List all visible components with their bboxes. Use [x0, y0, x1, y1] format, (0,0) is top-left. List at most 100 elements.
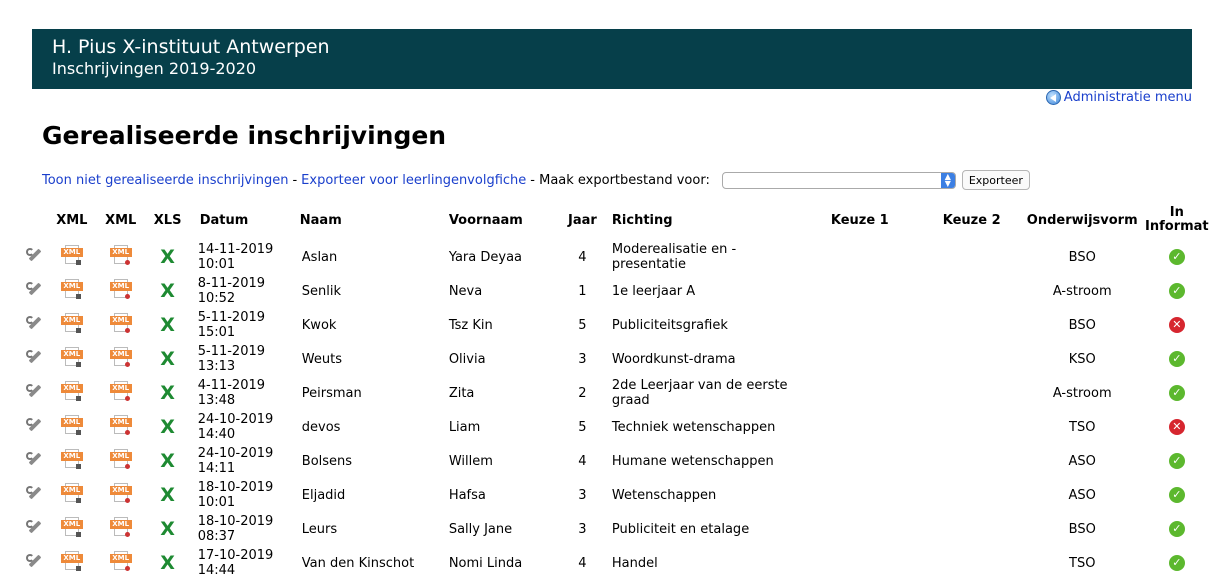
xml-file-icon[interactable]: XML	[60, 415, 83, 435]
edit-cell[interactable]	[20, 342, 49, 376]
xml-file-icon[interactable]: XML	[60, 551, 83, 571]
xml-download-cell[interactable]: XML	[49, 444, 95, 478]
separator: -	[292, 172, 298, 188]
excel-icon[interactable]: X	[160, 280, 175, 302]
informat-cell: ✕	[1138, 410, 1216, 444]
richting-cell: 2de Leerjaar van de eerste graad	[611, 378, 788, 408]
xml-download-cell[interactable]: XML	[49, 240, 95, 274]
xml-download-cell[interactable]: XML	[49, 274, 95, 308]
wrench-icon[interactable]	[25, 450, 43, 468]
xls-cell[interactable]: X	[146, 376, 188, 410]
xml-file-icon[interactable]: XML	[109, 279, 132, 299]
excel-icon[interactable]: X	[160, 552, 175, 574]
xls-cell[interactable]: X	[146, 444, 188, 478]
xml-export-cell[interactable]: XML	[95, 240, 147, 274]
xml-download-cell[interactable]: XML	[49, 546, 95, 580]
edit-cell[interactable]	[20, 240, 49, 274]
xml-file-icon[interactable]: XML	[109, 245, 132, 265]
xml-file-icon[interactable]: XML	[109, 415, 132, 435]
xml-file-icon[interactable]: XML	[109, 313, 132, 333]
xml-file-icon[interactable]: XML	[60, 517, 83, 537]
table-header-row: XML XML XLS Datum Naam Voornaam Jaar Ric…	[20, 200, 1216, 240]
school-name: H. Pius X-instituut Antwerpen	[52, 36, 330, 58]
excel-icon[interactable]: X	[160, 246, 175, 268]
xml-file-icon[interactable]: XML	[60, 483, 83, 503]
date-cell: 24-10-2019 14:11	[197, 446, 274, 476]
wrench-icon[interactable]	[25, 382, 43, 400]
xml-export-cell[interactable]: XML	[95, 546, 147, 580]
xml-export-cell[interactable]: XML	[95, 410, 147, 444]
xls-cell[interactable]: X	[146, 342, 188, 376]
edit-cell[interactable]	[20, 478, 49, 512]
edit-cell[interactable]	[20, 512, 49, 546]
naam-cell: Peirsman	[301, 385, 362, 401]
excel-icon[interactable]: X	[160, 348, 175, 370]
xls-cell[interactable]: X	[146, 512, 188, 546]
xml-download-cell[interactable]: XML	[49, 512, 95, 546]
xml-download-cell[interactable]: XML	[49, 342, 95, 376]
wrench-icon[interactable]	[25, 246, 43, 264]
wrench-icon[interactable]	[25, 314, 43, 332]
xml-export-cell[interactable]: XML	[95, 342, 147, 376]
excel-icon[interactable]: X	[160, 314, 175, 336]
wrench-icon[interactable]	[25, 552, 43, 570]
xls-cell[interactable]: X	[146, 240, 188, 274]
wrench-icon[interactable]	[25, 416, 43, 434]
xml-download-cell[interactable]: XML	[49, 308, 95, 342]
xml-download-cell[interactable]: XML	[49, 376, 95, 410]
wrench-icon[interactable]	[25, 348, 43, 366]
xml-file-icon[interactable]: XML	[109, 347, 132, 367]
xml-file-icon[interactable]: XML	[60, 279, 83, 299]
edit-cell[interactable]	[20, 410, 49, 444]
xml-file-icon[interactable]: XML	[60, 347, 83, 367]
col-datum: Datum	[199, 212, 249, 228]
xml-export-cell[interactable]: XML	[95, 308, 147, 342]
wrench-icon[interactable]	[25, 484, 43, 502]
link-exporteer-leerlingenvolgfiche[interactable]: Exporteer voor leerlingenvolgfiche	[301, 173, 526, 188]
xml-file-icon[interactable]: XML	[109, 483, 132, 503]
keuze1-cell	[803, 240, 917, 274]
xls-cell[interactable]: X	[146, 308, 188, 342]
xml-export-cell[interactable]: XML	[95, 274, 147, 308]
xml-download-cell[interactable]: XML	[49, 410, 95, 444]
xml-file-icon[interactable]: XML	[60, 381, 83, 401]
excel-icon[interactable]: X	[160, 382, 175, 404]
wrench-icon[interactable]	[25, 518, 43, 536]
select-arrows-icon: ▲ ▼	[940, 172, 955, 188]
export-button[interactable]: Exporteer	[961, 170, 1030, 190]
edit-cell[interactable]	[20, 308, 49, 342]
excel-icon[interactable]: X	[160, 416, 175, 438]
edit-cell[interactable]	[20, 376, 49, 410]
xml-file-icon[interactable]: XML	[109, 381, 132, 401]
col-keuze1: Keuze 1	[830, 212, 889, 228]
xls-cell[interactable]: X	[146, 546, 188, 580]
xml-export-cell[interactable]: XML	[95, 376, 147, 410]
xml-download-cell[interactable]: XML	[49, 478, 95, 512]
check-circle-icon: ✓	[1168, 555, 1185, 571]
xls-cell[interactable]: X	[146, 478, 188, 512]
xls-cell[interactable]: X	[146, 274, 188, 308]
xml-export-cell[interactable]: XML	[95, 444, 147, 478]
keuze2-cell	[917, 546, 1027, 580]
export-select[interactable]: ▲ ▼	[721, 171, 956, 189]
xls-cell[interactable]: X	[146, 410, 188, 444]
link-niet-gerealiseerd[interactable]: Toon niet gerealiseerde inschrijvingen	[42, 173, 288, 188]
xml-file-icon[interactable]: XML	[60, 449, 83, 469]
col-jaar: Jaar	[568, 212, 597, 228]
excel-icon[interactable]: X	[160, 450, 175, 472]
admin-menu-link[interactable]: Administratie menu	[1045, 90, 1192, 105]
excel-icon[interactable]: X	[160, 484, 175, 506]
xml-file-icon[interactable]: XML	[109, 551, 132, 571]
xml-file-icon[interactable]: XML	[60, 245, 83, 265]
excel-icon[interactable]: X	[160, 518, 175, 540]
wrench-icon[interactable]	[25, 280, 43, 298]
xml-file-icon[interactable]: XML	[60, 313, 83, 333]
edit-cell[interactable]	[20, 444, 49, 478]
col-naam: Naam	[299, 212, 342, 228]
edit-cell[interactable]	[20, 274, 49, 308]
xml-export-cell[interactable]: XML	[95, 478, 147, 512]
edit-cell[interactable]	[20, 546, 49, 580]
xml-file-icon[interactable]: XML	[109, 517, 132, 537]
xml-export-cell[interactable]: XML	[95, 512, 147, 546]
xml-file-icon[interactable]: XML	[109, 449, 132, 469]
